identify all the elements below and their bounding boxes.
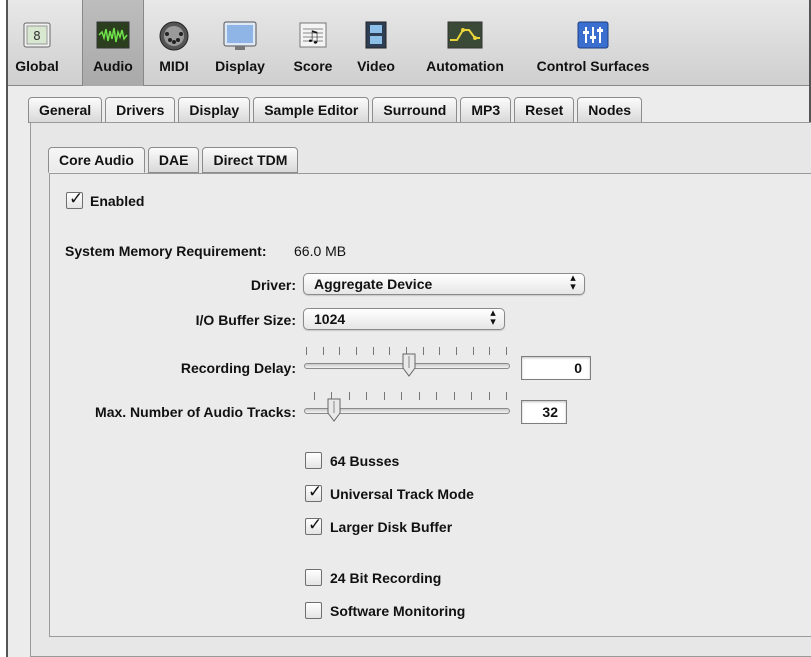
main-tab-bar: General Drivers Display Sample Editor Su… [28, 97, 645, 123]
memory-requirement-value: 66.0 MB [294, 243, 347, 259]
recording-delay-value: 0 [574, 360, 582, 376]
tab-nodes[interactable]: Nodes [577, 97, 643, 123]
slider-tick [456, 347, 457, 355]
slider-tick [384, 392, 385, 400]
toolbar-item-control-surfaces[interactable]: Control Surfaces [522, 12, 664, 78]
slider-tick [423, 347, 424, 355]
toolbar-item-automation[interactable]: Automation [412, 12, 518, 78]
slider-tick [314, 392, 315, 400]
slider-tick [306, 347, 307, 355]
tab-reset[interactable]: Reset [514, 97, 575, 123]
slider-tick [356, 347, 357, 355]
slider-tick [349, 392, 350, 400]
popup-arrows-icon: ▴ ▾ [570, 272, 576, 293]
toolbar-item-audio[interactable]: Audio [82, 0, 144, 86]
option-64-busses-checkbox[interactable] [305, 452, 322, 469]
slider-tick [439, 347, 440, 355]
toolbar-item-midi[interactable]: MIDI [150, 12, 198, 78]
slider-tick [339, 347, 340, 355]
option-64-busses-label: 64 Busses [330, 453, 400, 469]
tab-dae[interactable]: DAE [147, 147, 200, 173]
option-larger-disk-buffer-label: Larger Disk Buffer [330, 519, 453, 535]
option-universal-track-mode-label: Universal Track Mode [330, 486, 474, 502]
slider-tick [489, 392, 490, 400]
toolbar-label: Automation [426, 58, 504, 74]
max-audio-tracks-label: Max. Number of Audio Tracks: [95, 404, 296, 420]
slider-tick [436, 392, 437, 400]
slider-tick [366, 392, 367, 400]
toolbar-item-score[interactable]: ♫ Score [284, 12, 342, 78]
driver-popup-value: Aggregate Device [314, 276, 433, 292]
tab-direct-tdm[interactable]: Direct TDM [202, 147, 299, 173]
option-24-bit-recording-label: 24 Bit Recording [330, 570, 442, 586]
toolbar-label: Score [293, 58, 333, 74]
slider-tick [506, 347, 507, 355]
slider-tick [323, 347, 324, 355]
tab-surround[interactable]: Surround [372, 97, 458, 123]
automation-curve-icon [447, 21, 483, 49]
global-icon: 8 [23, 22, 51, 48]
video-film-icon [365, 21, 387, 49]
driver-popup[interactable]: Aggregate Device ▴ ▾ [303, 273, 585, 295]
toolbar-label: MIDI [159, 58, 189, 74]
option-universal-track-mode-checkbox[interactable]: ✓ [305, 482, 323, 502]
popup-arrows-icon: ▴ ▾ [490, 307, 496, 328]
tab-general[interactable]: General [28, 97, 103, 123]
driver-label: Driver: [250, 277, 296, 293]
slider-tick [419, 392, 420, 400]
option-software-monitoring-checkbox[interactable] [305, 602, 322, 619]
midi-connector-icon [159, 21, 189, 51]
max-audio-tracks-value: 32 [542, 404, 558, 420]
svg-text:♫: ♫ [306, 27, 320, 46]
tab-drivers[interactable]: Drivers [105, 97, 176, 123]
option-software-monitoring-label: Software Monitoring [330, 603, 466, 619]
slider-tick [454, 392, 455, 400]
slider-tick [489, 347, 490, 355]
toolbar-label: Display [215, 58, 265, 74]
enabled-label: Enabled [90, 193, 145, 209]
recording-delay-label: Recording Delay: [180, 360, 296, 376]
memory-requirement-label: System Memory Requirement: [65, 243, 267, 259]
checkmark-icon: ✓ [69, 189, 84, 208]
checkmark-icon: ✓ [308, 482, 323, 501]
display-monitor-icon [223, 21, 257, 50]
toolbar-item-global[interactable]: 8 Global [8, 12, 66, 78]
checkmark-icon: ✓ [308, 515, 323, 534]
slider-tick [506, 392, 507, 400]
recording-delay-slider-thumb[interactable] [400, 352, 418, 378]
slider-tick [471, 392, 472, 400]
max-audio-tracks-field[interactable]: 32 [521, 400, 567, 424]
io-buffer-size-popup[interactable]: 1024 ▴ ▾ [303, 308, 505, 330]
recording-delay-field[interactable]: 0 [521, 356, 591, 380]
tab-display[interactable]: Display [178, 97, 251, 123]
control-surface-icon [577, 21, 609, 49]
toolbar-label: Control Surfaces [536, 58, 650, 74]
slider-tick [373, 347, 374, 355]
preferences-toolbar: 8 Global Audio MIDI Display ♫ Score Vide… [8, 0, 809, 86]
driver-sub-tab-bar: Core Audio DAE Direct TDM [48, 147, 301, 173]
max-audio-tracks-slider-thumb[interactable] [325, 397, 343, 423]
slider-tick [389, 347, 390, 355]
toolbar-label: Audio [93, 58, 133, 74]
tab-sample-editor[interactable]: Sample Editor [253, 97, 370, 123]
preferences-window: 8 Global Audio MIDI Display ♫ Score Vide… [6, 0, 811, 657]
toolbar-label: Video [357, 58, 395, 74]
toolbar-item-display[interactable]: Display [204, 12, 276, 78]
score-notes-icon: ♫ [299, 22, 327, 48]
option-larger-disk-buffer-checkbox[interactable]: ✓ [305, 515, 323, 535]
option-24-bit-recording-checkbox[interactable] [305, 569, 322, 586]
tab-mp3[interactable]: MP3 [460, 97, 512, 123]
toolbar-item-video[interactable]: Video [348, 12, 404, 78]
audio-waveform-icon [96, 21, 130, 49]
io-buffer-size-label: I/O Buffer Size: [195, 312, 296, 328]
svg-text:8: 8 [33, 29, 41, 43]
slider-tick [401, 392, 402, 400]
toolbar-label: Global [15, 58, 59, 74]
tab-core-audio[interactable]: Core Audio [48, 147, 145, 173]
io-buffer-size-value: 1024 [314, 311, 346, 327]
enabled-checkbox[interactable]: ✓ [66, 189, 84, 209]
slider-tick [473, 347, 474, 355]
